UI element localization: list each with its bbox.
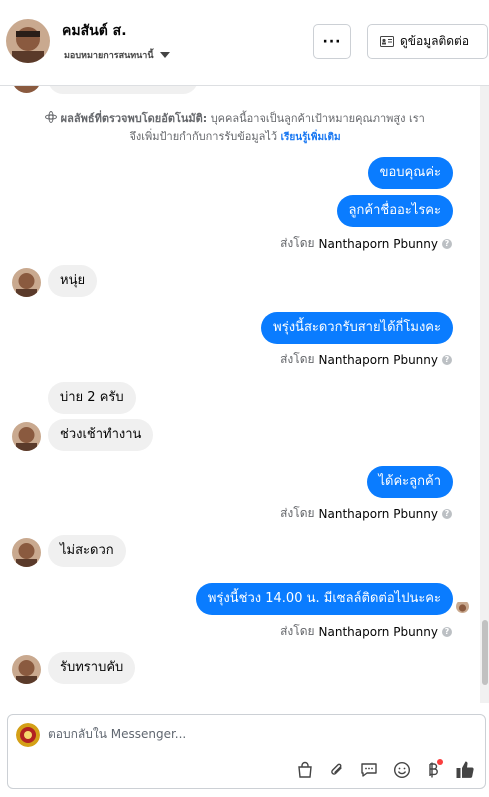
like-icon[interactable] [454,759,476,781]
outgoing-message[interactable]: ลูกค้าชื่ออะไรคะ [336,195,453,227]
sender-name: Nanthaporn Pbunny [318,352,438,367]
page-avatar [16,723,40,747]
incoming-message[interactable]: ช่วงเช้าทำงาน [48,419,154,451]
sent-by-prefix: ส่งโดย [280,352,315,366]
learn-more-link[interactable]: เรียนรู้เพิ่มเติม [281,132,341,143]
notice-title: ผลลัพธ์ที่ตรวจพบโดยอัตโนมัติ: [60,112,208,125]
sender-name: Nanthaporn Pbunny [318,624,438,639]
contact-avatar[interactable] [6,19,50,63]
sent-by-label: ส่งโดย Nanthaporn Pbunny ? [280,350,452,369]
help-icon[interactable]: ? [442,354,452,365]
help-icon[interactable]: ? [442,508,452,519]
outgoing-message[interactable]: ได้ค่ะลูกค้า [366,466,453,498]
notice-line2: จึงเพิ่มป้ายกำกับการรับข้อมูลไว้ [129,130,278,143]
sent-by-prefix: ส่งโดย [280,624,315,638]
incoming-bubble [48,86,198,94]
conversation-header: คมสันต์ ส. มอบหมายการสนทนานี้ ··· ดูข้อม… [0,0,489,86]
contact-avatar-small [12,538,41,567]
incoming-message[interactable]: บ่าย 2 ครับ [48,382,136,414]
outgoing-message[interactable]: ขอบคุณค่ะ [367,157,453,189]
outgoing-message[interactable]: พรุ่งนี้สะดวกรับสายได้กี่โมงคะ [261,312,453,344]
sent-by-prefix: ส่งโดย [280,506,315,520]
assign-conversation-dropdown[interactable]: มอบหมายการสนทนานี้ [64,48,170,62]
contact-avatar-small [12,268,41,297]
reply-composer [7,714,486,789]
reply-input[interactable] [48,727,468,741]
clipped-message [0,86,489,94]
more-options-button[interactable]: ··· [313,24,351,59]
sender-name: Nanthaporn Pbunny [318,506,438,521]
scrollbar-thumb[interactable] [482,620,488,685]
incoming-message[interactable]: ไม่สะดวก [48,535,126,567]
incoming-message[interactable]: หนุ่ย [48,265,98,297]
sent-by-label: ส่งโดย Nanthaporn Pbunny ? [280,622,452,641]
emoji-icon[interactable] [391,759,413,781]
more-icon: ··· [322,33,342,50]
saved-reply-icon[interactable] [358,759,380,781]
view-contact-button[interactable]: ดูข้อมูลติดต่อ [367,24,488,59]
contact-card-icon [380,36,394,47]
sent-by-prefix: ส่งโดย [280,236,315,250]
robot-icon [45,111,58,123]
help-icon[interactable]: ? [442,626,452,637]
seen-avatar [456,600,469,613]
contact-avatar-small [12,422,41,451]
scrollbar-track[interactable] [480,86,489,703]
contact-avatar-small [12,86,41,93]
contact-name[interactable]: คมสันต์ ส. [62,20,127,42]
help-icon[interactable]: ? [442,238,452,249]
assign-label: มอบหมายการสนทนานี้ [64,51,154,61]
view-contact-label: ดูข้อมูลติดต่อ [400,34,470,48]
baht-icon[interactable] [422,759,444,781]
shop-bag-icon[interactable] [294,759,316,781]
sent-by-label: ส่งโดย Nanthaporn Pbunny ? [280,234,452,253]
notification-dot [437,759,443,765]
notice-line1: บุคคลนี้อาจเป็นลูกค้าเป้าหมายคุณภาพสูง เ… [210,112,425,125]
caret-down-icon [159,52,170,58]
incoming-message[interactable]: รับทราบคับ [48,652,136,684]
sender-name: Nanthaporn Pbunny [318,236,438,251]
contact-avatar-small [12,655,41,684]
auto-detect-notice: ผลลัพธ์ที่ตรวจพบโดยอัตโนมัติ: บุคคลนี้อา… [0,110,470,147]
sent-by-label: ส่งโดย Nanthaporn Pbunny ? [280,504,452,523]
attach-icon[interactable] [326,759,348,781]
outgoing-message[interactable]: พรุ่งนี้ช่วง 14.00 น. มีเซลล์ติดต่อไปนะค… [195,583,453,615]
